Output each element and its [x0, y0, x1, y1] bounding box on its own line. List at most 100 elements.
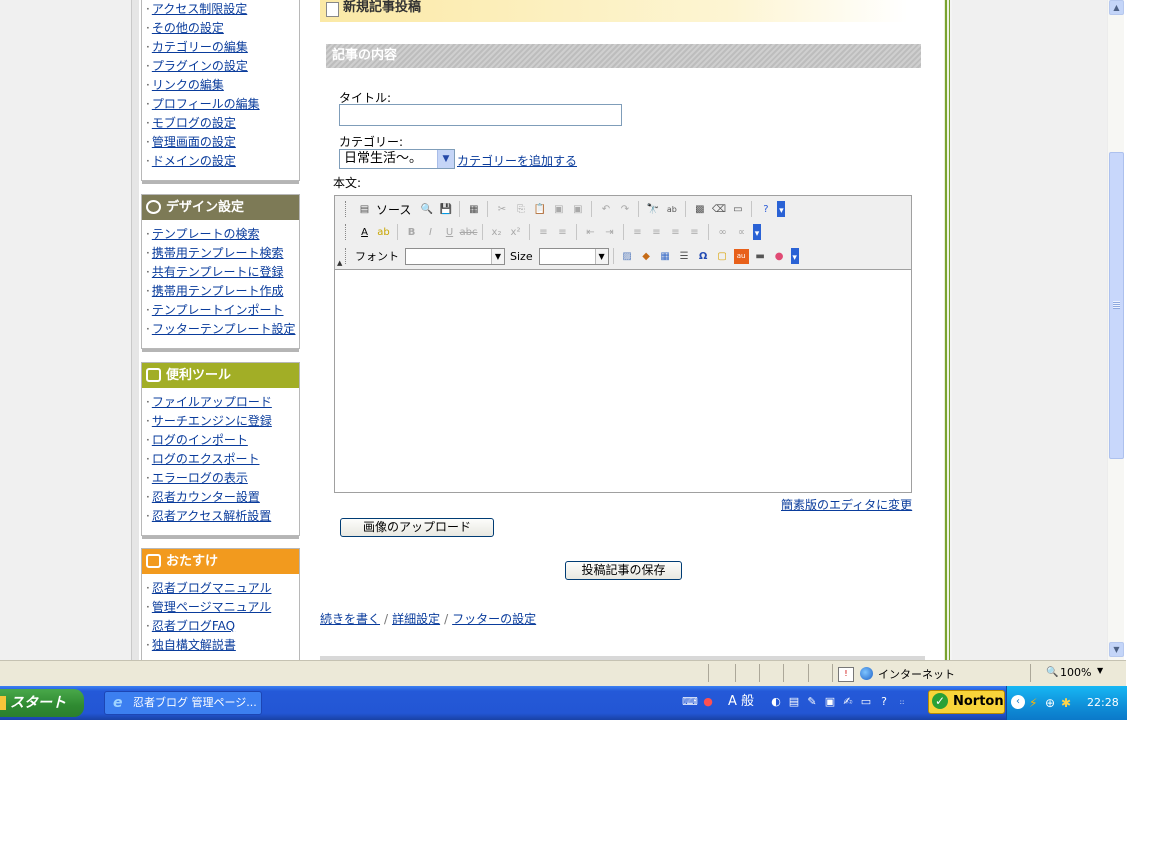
sidebar-recommend-link[interactable]: 忍者ブログマニュアル [152, 581, 272, 595]
detail-settings-link[interactable]: 詳細設定 [392, 612, 440, 626]
cut-icon[interactable]: ✂ [494, 202, 509, 217]
sidebar-design-item[interactable]: · 携帯用テンプレート作成 [146, 282, 299, 301]
continue-writing-link[interactable]: 続きを書く [320, 612, 380, 626]
sidebar-tools-item[interactable]: · ファイルアップロード [146, 393, 299, 412]
sidebar-admin-link[interactable]: リンクの編集 [152, 78, 224, 92]
paste-icon[interactable]: 📋 [532, 202, 547, 217]
help-icon[interactable]: ? [758, 202, 773, 217]
taskbar-window-button[interactable]: e 忍者ブログ 管理ページ... [104, 691, 262, 715]
ime-settings-icon[interactable]: :: [896, 696, 908, 708]
security-warning-icon[interactable]: ! [838, 667, 854, 682]
add-category-link[interactable]: カテゴリーを追加する [457, 152, 577, 169]
sidebar-design-link[interactable]: フッターテンプレート設定 [152, 322, 296, 336]
link-icon[interactable]: ∞ [715, 225, 730, 240]
sidebar-tools-link[interactable]: 忍者カウンター設置 [152, 490, 260, 504]
select-all-icon[interactable]: ▩ [692, 202, 707, 217]
sidebar-design-item[interactable]: · テンプレートの検索 [146, 225, 299, 244]
footer-settings-link[interactable]: フッターの設定 [452, 612, 536, 626]
zoom-icon[interactable]: 🔍 [1046, 667, 1058, 678]
update-icon[interactable]: ✱ [1061, 696, 1071, 710]
toolbar-collapse-icon[interactable]: ▲ [337, 259, 345, 267]
sidebar-admin-link[interactable]: その他の設定 [152, 21, 224, 35]
sidebar-tools-link[interactable]: サーチエンジンに登録 [152, 414, 272, 428]
norton-badge[interactable]: ✓ Norton [928, 690, 1005, 714]
image-icon[interactable]: ▨ [620, 249, 635, 264]
chevron-down-icon[interactable]: ▼ [437, 150, 454, 168]
chevron-down-icon[interactable]: ▼ [594, 248, 608, 264]
sidebar-recommend-item[interactable]: · 管理ページマニュアル [146, 598, 299, 617]
zoom-level[interactable]: 100% [1060, 666, 1091, 679]
sidebar-recommend-item[interactable]: · 独自構文解説書 [146, 636, 299, 655]
sidebar-recommend-link[interactable]: 管理ページマニュアル [152, 600, 271, 614]
sidebar-design-item[interactable]: · テンプレートインポート [146, 301, 299, 320]
simple-editor-link[interactable]: 簡素版のエディタに変更 [781, 496, 912, 513]
sidebar-tools-link[interactable]: ファイルアップロード [152, 395, 272, 409]
sidebar-tools-item[interactable]: · エラーログの表示 [146, 469, 299, 488]
template-icon[interactable]: ▦ [466, 202, 481, 217]
remove-format-icon[interactable]: ⌫ [711, 202, 726, 217]
chevron-down-icon[interactable]: ▼ [491, 248, 504, 264]
sidebar-design-link[interactable]: 共有テンプレートに登録 [152, 265, 284, 279]
chevron-down-icon[interactable]: ▼ [1097, 666, 1103, 675]
sidebar-admin-item[interactable]: · リンクの編集 [146, 76, 299, 95]
superscript-icon[interactable]: x² [508, 225, 523, 240]
emoji-icon[interactable]: ▢ [715, 249, 730, 264]
sidebar-tools-item[interactable]: · ログのインポート [146, 431, 299, 450]
category-select[interactable]: 日常生活〜。 ▼ [339, 149, 455, 169]
sidebar-admin-item[interactable]: · プラグインの設定 [146, 57, 299, 76]
security-zone[interactable]: インターネット [878, 666, 955, 682]
save-icon[interactable]: 💾 [438, 202, 453, 217]
au-icon[interactable]: au [733, 248, 749, 264]
sidebar-recommend-item[interactable]: · 忍者ブログマニュアル [146, 579, 299, 598]
bold-icon[interactable]: B [404, 225, 419, 240]
align-justify-icon[interactable]: ≡ [687, 225, 702, 240]
sidebar-tools-link[interactable]: ログのエクスポート [152, 452, 260, 466]
dictionary-icon[interactable]: ▤ [788, 696, 800, 708]
lightning-icon[interactable]: ⚡ [1029, 696, 1037, 710]
underline-icon[interactable]: U [442, 225, 457, 240]
sidebar-admin-item[interactable]: · ドメインの設定 [146, 152, 299, 171]
sidebar-admin-item[interactable]: · プロフィールの編集 [146, 95, 299, 114]
vertical-scrollbar[interactable]: ▲ ▼ [1107, 0, 1125, 660]
size-select[interactable]: ▼ [538, 247, 609, 265]
strike-icon[interactable]: abc [460, 225, 478, 240]
toolbar-grip[interactable] [345, 248, 349, 264]
ime-icon[interactable]: ◐ [770, 696, 782, 708]
sidebar-admin-link[interactable]: ドメインの設定 [152, 154, 236, 168]
text-color-icon[interactable]: A [357, 225, 372, 240]
ordered-list-icon[interactable]: ≡ [536, 225, 551, 240]
sidebar-recommend-link[interactable]: 独自構文解説書 [152, 638, 236, 652]
align-right-icon[interactable]: ≡ [668, 225, 683, 240]
undo-icon[interactable]: ↶ [598, 202, 613, 217]
sidebar-admin-item[interactable]: · アクセス制限設定 [146, 0, 299, 19]
toolbar-more-icon[interactable]: ▾ [790, 248, 799, 264]
chat-icon[interactable]: ▣ [824, 696, 836, 708]
sidebar-tools-link[interactable]: エラーログの表示 [152, 471, 248, 485]
source-icon[interactable]: ▤ [357, 202, 372, 217]
sidebar-design-link[interactable]: 携帯用テンプレート作成 [152, 284, 284, 298]
sidebar-design-item[interactable]: · 携帯用テンプレート検索 [146, 244, 299, 263]
sidebar-admin-item[interactable]: · モブログの設定 [146, 114, 299, 133]
editor-body[interactable] [335, 270, 911, 492]
preview-icon[interactable]: 🔍 [419, 202, 434, 217]
pen-icon[interactable]: ✎ [806, 696, 818, 708]
flash-icon[interactable]: ◆ [639, 249, 654, 264]
sidebar-admin-link[interactable]: カテゴリーの編集 [152, 40, 248, 54]
sidebar-tools-item[interactable]: · サーチエンジンに登録 [146, 412, 299, 431]
replace-icon[interactable]: ab [664, 202, 679, 217]
start-button[interactable]: スタート [0, 689, 84, 717]
paste-text-icon[interactable]: ▣ [551, 202, 566, 217]
fit-window-icon[interactable]: ▭ [730, 202, 745, 217]
security-icon[interactable]: ● [702, 696, 714, 708]
sidebar-design-link[interactable]: テンプレートインポート [152, 303, 284, 317]
sidebar-tools-item[interactable]: · 忍者アクセス解析設置 [146, 507, 299, 526]
save-post-button[interactable]: 投稿記事の保存 [565, 561, 682, 580]
sidebar-admin-item[interactable]: · カテゴリーの編集 [146, 38, 299, 57]
find-icon[interactable]: 🔭 [645, 202, 660, 217]
horizontal-rule-icon[interactable]: ☰ [677, 249, 692, 264]
sidebar-recommend-link[interactable]: 忍者ブログFAQ [152, 619, 235, 633]
bg-color-icon[interactable]: ab [376, 225, 391, 240]
sidebar-design-item[interactable]: · 共有テンプレートに登録 [146, 263, 299, 282]
scroll-up-icon[interactable]: ▲ [1109, 0, 1124, 15]
handwrite-icon[interactable]: ✍ [842, 696, 854, 708]
